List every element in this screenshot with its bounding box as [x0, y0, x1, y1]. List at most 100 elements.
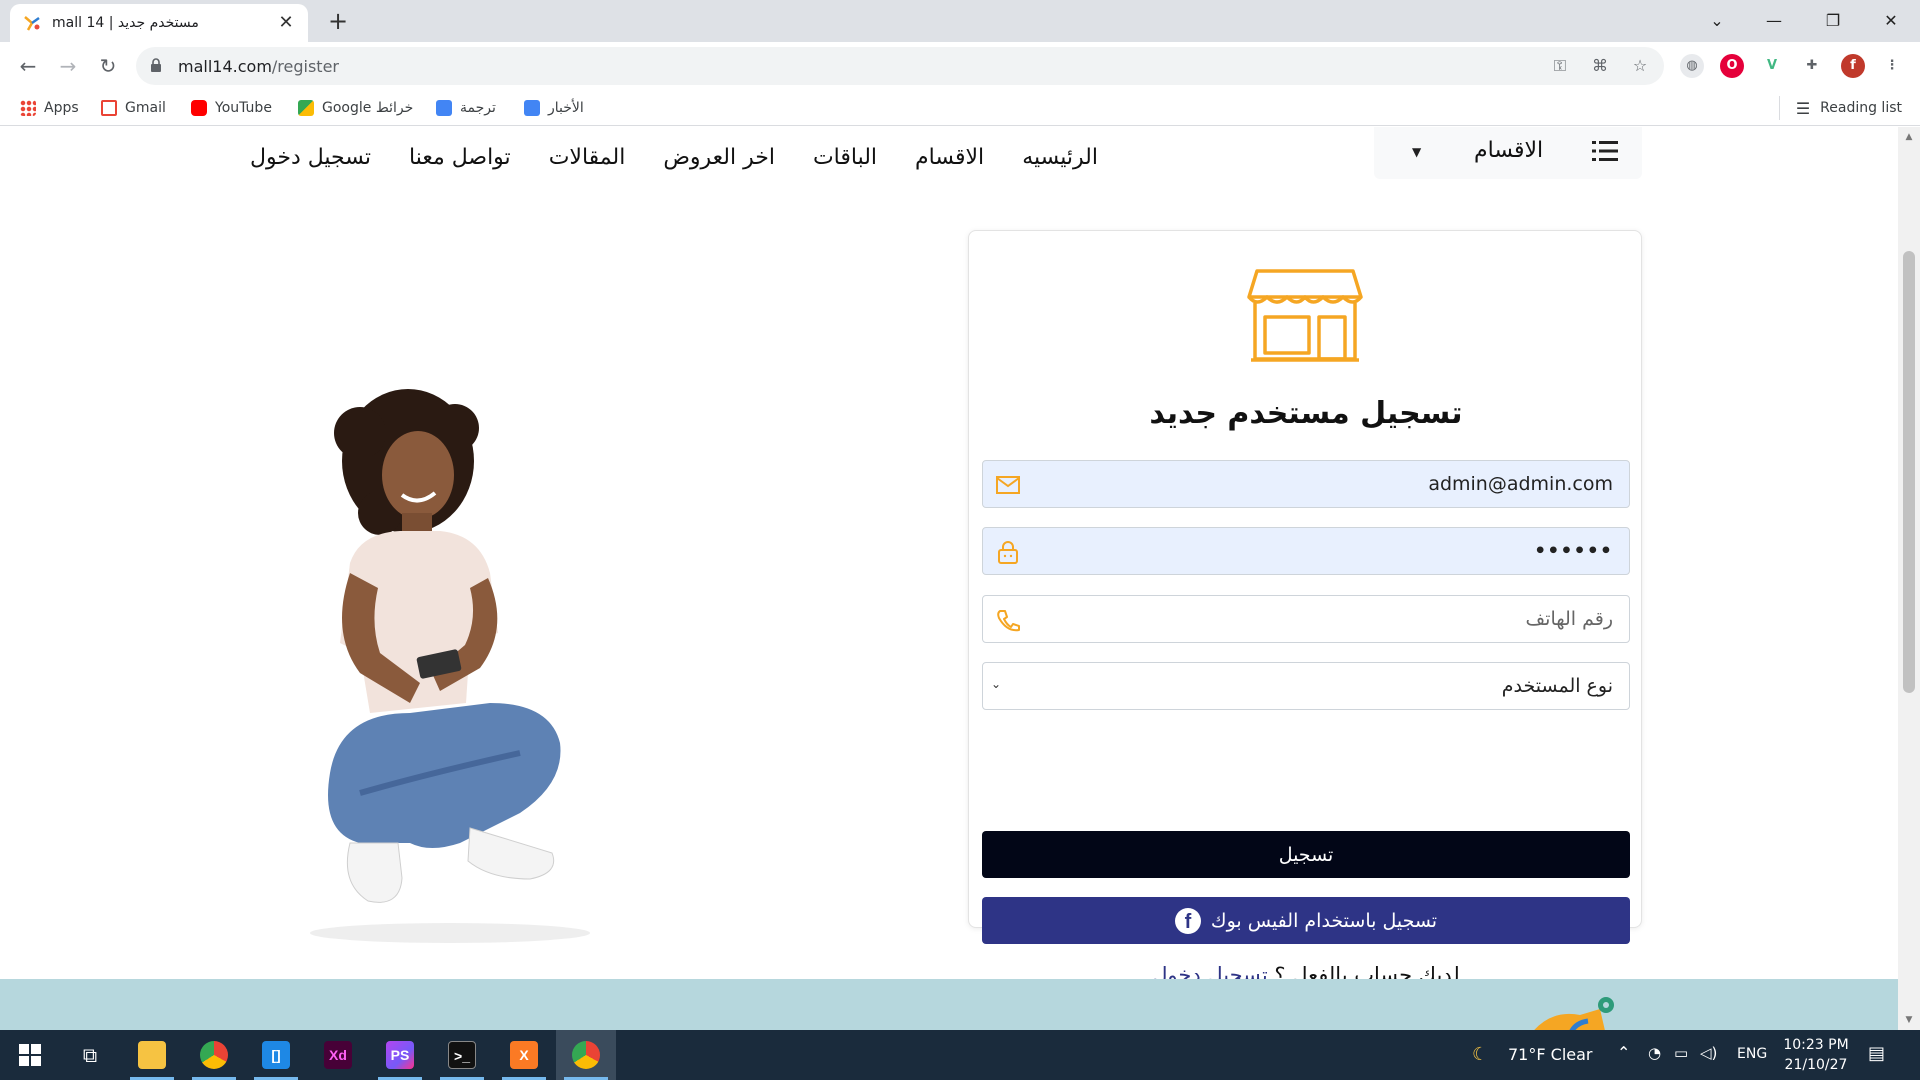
site-navigation: الرئيسيه الاقسام الباقات اخر العروض المق…: [250, 137, 1098, 177]
footer-band: [0, 979, 1898, 1030]
taskbar-chrome[interactable]: [184, 1030, 244, 1080]
opera-extension-icon[interactable]: O: [1720, 54, 1744, 78]
user-type-selected: نوع المستخدم: [1501, 675, 1613, 697]
windows-logo-icon: [19, 1044, 41, 1066]
password-field[interactable]: ••••••: [982, 527, 1630, 575]
taskbar-chrome-profile[interactable]: [556, 1030, 616, 1080]
globe-extension-icon[interactable]: ◍: [1680, 54, 1704, 78]
weather-text[interactable]: 71°F Clear: [1508, 1045, 1593, 1064]
xampp-icon: X: [510, 1041, 538, 1069]
caret-down-icon: ▼: [1412, 145, 1422, 159]
page-viewport: الرئيسيه الاقسام الباقات اخر العروض المق…: [0, 127, 1898, 1030]
moon-weather-icon: ☾: [1472, 1044, 1489, 1065]
notification-icon[interactable]: ▤: [1868, 1043, 1885, 1064]
windows-taskbar: ⧉ [] Xd PS >_ X ☾ 71°F Clear ⌃ ◔ ▭ ◁) EN…: [0, 1030, 1920, 1080]
translate-icon[interactable]: ⌘: [1590, 56, 1610, 76]
chrome-icon: [200, 1041, 228, 1069]
taskbar-terminal[interactable]: >_: [432, 1030, 492, 1080]
nav-link-categories[interactable]: الاقسام: [915, 145, 984, 170]
categories-dropdown[interactable]: ▼ الاقسام: [1374, 127, 1642, 179]
facebook-register-button[interactable]: تسجيل باستخدام الفيس بوك f: [982, 897, 1630, 944]
site-favicon-icon: [22, 13, 42, 33]
network-icon[interactable]: ◔: [1648, 1044, 1661, 1062]
phone-placeholder: رقم الهاتف: [1525, 608, 1613, 630]
back-arrow-icon[interactable]: ←: [12, 50, 44, 82]
taskbar-xampp[interactable]: X: [494, 1030, 554, 1080]
close-tab-icon[interactable]: ✕: [276, 13, 296, 33]
register-card: تسجيل مستخدم جديد admin@admin.com ••••••…: [968, 230, 1642, 987]
minimize-button[interactable]: —: [1751, 6, 1797, 36]
youtube-icon: [191, 100, 207, 116]
bookmarks-bar: Apps Gmail YouTube Google خرائط ترجمة ال…: [0, 90, 1920, 126]
store-icon: [1247, 269, 1363, 362]
task-view-icon: ⧉: [82, 1043, 98, 1067]
hamburger-list-icon: [1592, 141, 1618, 161]
phone-field[interactable]: رقم الهاتف: [982, 595, 1630, 643]
start-button[interactable]: [0, 1030, 60, 1080]
new-tab-button[interactable]: +: [324, 8, 352, 36]
bookmark-youtube[interactable]: YouTube: [191, 96, 272, 120]
address-bar[interactable]: mall14.com/register ⚿ ⌘ ☆: [136, 47, 1664, 85]
nav-link-packages[interactable]: الباقات: [813, 145, 877, 170]
apps-grid-icon: [20, 100, 36, 116]
envelope-icon: [996, 476, 1020, 494]
url-text: mall14.com/register: [178, 57, 339, 76]
bookmark-star-icon[interactable]: ☆: [1630, 56, 1650, 76]
nav-link-contact[interactable]: تواصل معنا: [409, 145, 511, 170]
restore-button[interactable]: ❐: [1810, 6, 1856, 36]
browser-tab-strip: mall 14 | مستخدم جديد ✕ + ⌄ — ❐ ✕: [0, 0, 1920, 42]
profile-avatar[interactable]: f: [1841, 54, 1865, 78]
bookmark-news[interactable]: الأخبار: [524, 96, 584, 120]
email-field[interactable]: admin@admin.com: [982, 460, 1630, 508]
page-scrollbar[interactable]: ▲ ▼: [1898, 127, 1920, 1030]
taskbar-phpstorm[interactable]: PS: [370, 1030, 430, 1080]
extensions-puzzle-icon[interactable]: ✚: [1800, 54, 1824, 78]
chevron-down-icon: ⌄: [991, 677, 1002, 691]
scroll-up-arrow-icon[interactable]: ▲: [1903, 131, 1915, 143]
adobe-xd-icon: Xd: [324, 1041, 352, 1069]
google-translate-icon: [436, 100, 452, 116]
reload-icon[interactable]: ↻: [92, 50, 124, 82]
reading-list-button[interactable]: ☰ Reading list: [1778, 96, 1902, 120]
email-value: admin@admin.com: [1428, 473, 1613, 495]
vue-extension-icon[interactable]: V: [1760, 54, 1784, 78]
password-value: ••••••: [1534, 540, 1613, 562]
bookmark-translate[interactable]: ترجمة: [436, 96, 496, 120]
nav-link-articles[interactable]: المقالات: [549, 145, 626, 170]
form-title: تسجيل مستخدم جديد: [1149, 396, 1463, 431]
key-icon[interactable]: ⚿: [1550, 56, 1570, 76]
bookmark-google-maps[interactable]: Google خرائط: [298, 96, 413, 120]
browser-tab[interactable]: mall 14 | مستخدم جديد ✕: [10, 4, 308, 42]
gmail-icon: [101, 100, 117, 116]
taskbar-file-explorer[interactable]: [122, 1030, 182, 1080]
nav-link-home[interactable]: الرئيسيه: [1022, 145, 1098, 170]
nav-link-login[interactable]: تسجيل دخول: [250, 145, 371, 170]
tab-title: mall 14 | مستخدم جديد: [52, 15, 199, 31]
browser-menu-icon[interactable]: ⋮: [1880, 54, 1904, 78]
chevron-up-icon[interactable]: ⌃: [1617, 1043, 1630, 1062]
close-window-button[interactable]: ✕: [1868, 6, 1914, 36]
task-view-button[interactable]: ⧉: [60, 1030, 120, 1080]
battery-icon[interactable]: ▭: [1674, 1044, 1688, 1062]
bookmark-apps[interactable]: Apps: [20, 96, 79, 120]
register-button[interactable]: تسجيل: [982, 831, 1630, 878]
user-type-select[interactable]: ⌄ نوع المستخدم: [982, 662, 1630, 710]
padlock-icon: [998, 541, 1018, 564]
scrollbar-thumb[interactable]: [1903, 251, 1915, 693]
terminal-icon: >_: [448, 1041, 476, 1069]
google-maps-icon: [298, 100, 314, 116]
facebook-icon: f: [1174, 907, 1201, 934]
bookmark-gmail[interactable]: Gmail: [101, 96, 166, 120]
volume-icon[interactable]: ◁): [1700, 1044, 1717, 1062]
tab-search-icon[interactable]: ⌄: [1694, 6, 1740, 36]
taskbar-clock[interactable]: 10:23 PM 21/10/27: [1780, 1035, 1852, 1075]
taskbar-adobe-xd[interactable]: Xd: [308, 1030, 368, 1080]
taskbar-app-blue[interactable]: []: [246, 1030, 306, 1080]
browser-toolbar: ← → ↻ mall14.com/register ⚿ ⌘ ☆ ◍ O V ✚ …: [0, 42, 1920, 90]
phpstorm-icon: PS: [386, 1041, 414, 1069]
forward-arrow-icon[interactable]: →: [52, 50, 84, 82]
nav-link-latest-offers[interactable]: اخر العروض: [663, 145, 775, 170]
language-indicator[interactable]: ENG: [1737, 1046, 1767, 1062]
lock-icon: [151, 58, 161, 72]
scroll-down-arrow-icon[interactable]: ▼: [1903, 1014, 1915, 1026]
